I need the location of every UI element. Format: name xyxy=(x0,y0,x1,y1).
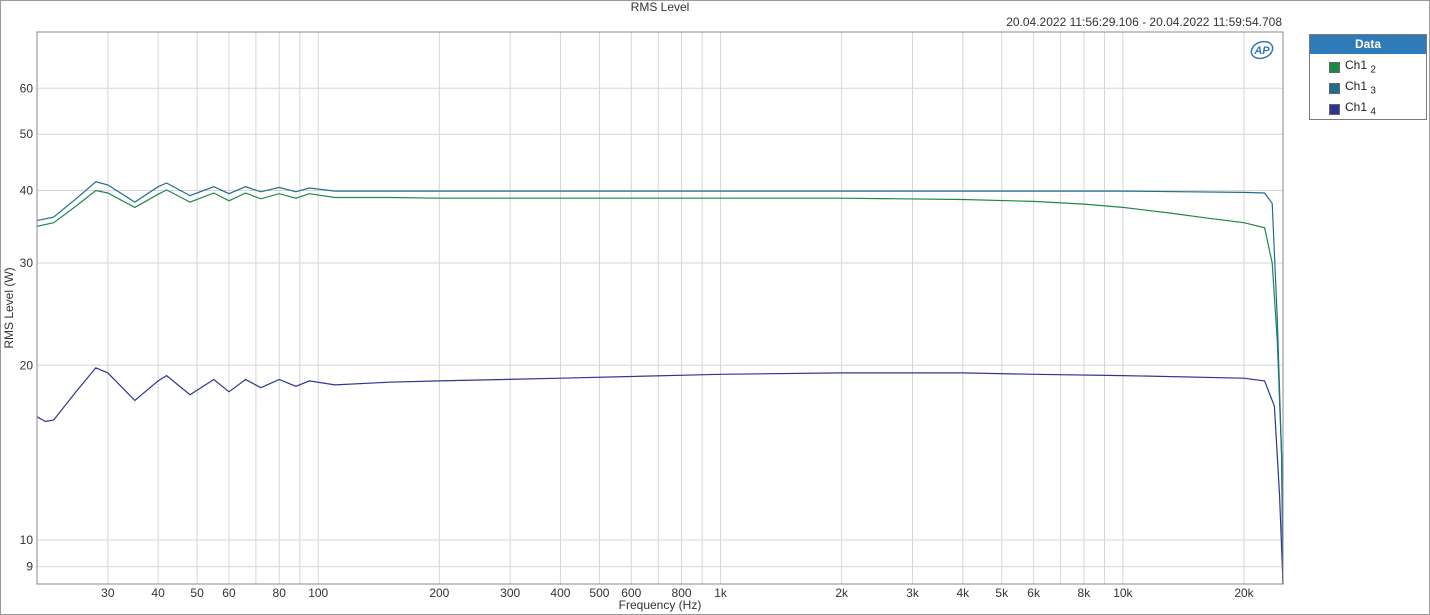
plot-area: 30 40 50 60 80 100 200 300 400 500 600 800 1k 2k 3k 4k 5… xyxy=(2,31,1284,612)
x-tick-label: 10k xyxy=(1113,586,1133,600)
y-tick-label: 60 xyxy=(20,81,34,95)
x-tick-label: 30 xyxy=(101,586,115,600)
x-tick-label: 60 xyxy=(222,586,236,600)
x-tick-label: 50 xyxy=(190,586,204,600)
legend-header: Data xyxy=(1310,35,1426,54)
x-tick-label: 200 xyxy=(429,586,449,600)
x-tick-label: 8k xyxy=(1078,586,1092,600)
series-layer xyxy=(36,181,1284,585)
y-tick-label: 50 xyxy=(20,127,34,141)
y-tick-label: 20 xyxy=(20,358,34,372)
y-tick-label: 30 xyxy=(20,256,34,270)
legend-swatch xyxy=(1329,61,1340,73)
legend: Data Ch1 2 Ch1 3 Ch1 4 xyxy=(1309,34,1427,120)
x-tick-label: 40 xyxy=(151,586,165,600)
legend-label: Ch1 3 xyxy=(1345,79,1376,96)
svg-text:AP: AP xyxy=(1253,45,1270,57)
series-line-4 xyxy=(36,367,1284,585)
x-tick-label: 3k xyxy=(906,586,920,600)
legend-swatch xyxy=(1329,82,1340,94)
x-tick-label: 4k xyxy=(956,586,970,600)
y-tick-label: 40 xyxy=(20,183,34,197)
y-tick-labels: 9 10 20 30 40 50 60 xyxy=(20,81,34,573)
ap-logo-icon: AP xyxy=(1250,40,1274,60)
series-line-3 xyxy=(36,181,1284,585)
x-tick-label: 1k xyxy=(714,586,728,600)
legend-item[interactable]: Ch1 2 xyxy=(1329,58,1376,76)
x-tick-label: 20k xyxy=(1234,586,1254,600)
x-tick-label: 100 xyxy=(308,586,328,600)
legend-label-main: Ch1 xyxy=(1345,58,1371,73)
x-axis-label: Frequency (Hz) xyxy=(619,598,702,612)
legend-label: Ch1 2 xyxy=(1345,58,1376,75)
x-tick-label: 400 xyxy=(550,586,570,600)
legend-item[interactable]: Ch1 4 xyxy=(1329,100,1376,118)
legend-label: Ch1 4 xyxy=(1345,100,1376,117)
x-tick-label: 2k xyxy=(835,586,849,600)
legend-item[interactable]: Ch1 3 xyxy=(1329,79,1376,97)
legend-label-sub: 4 xyxy=(1370,106,1376,118)
legend-label-main: Ch1 xyxy=(1345,100,1371,115)
plot-border xyxy=(36,31,1284,585)
legend-label-sub: 3 xyxy=(1370,85,1376,97)
x-tick-label: 500 xyxy=(589,586,609,600)
x-tick-label: 80 xyxy=(273,586,287,600)
y-axis-label: RMS Level (W) xyxy=(2,267,16,348)
legend-label-main: Ch1 xyxy=(1345,79,1371,94)
x-tick-label: 5k xyxy=(995,586,1009,600)
grid xyxy=(37,32,1283,584)
y-tick-label: 10 xyxy=(20,533,34,547)
y-tick-label: 9 xyxy=(26,560,33,574)
legend-swatch xyxy=(1329,103,1340,115)
x-tick-label: 300 xyxy=(500,586,520,600)
x-tick-label: 6k xyxy=(1027,586,1041,600)
legend-label-sub: 2 xyxy=(1370,64,1376,76)
